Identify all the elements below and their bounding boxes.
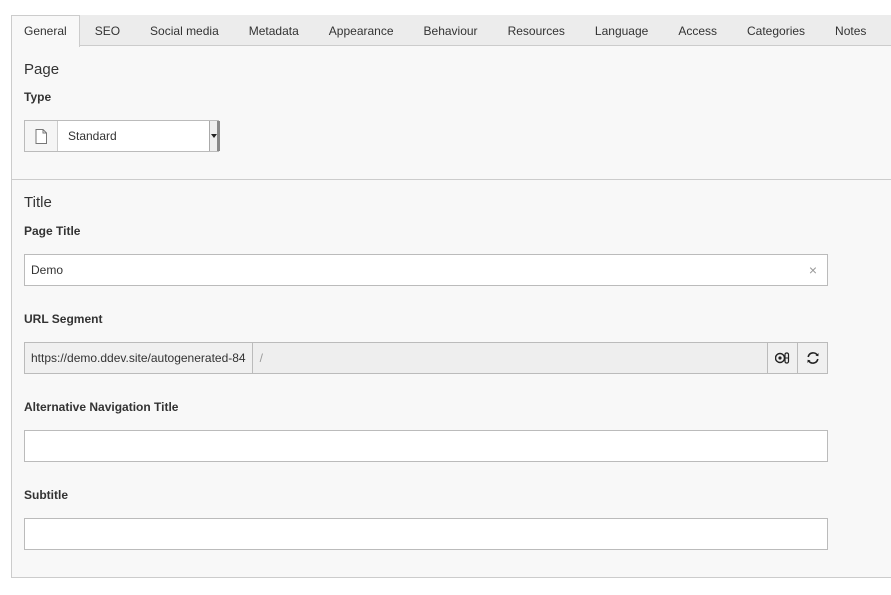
tab-categories[interactable]: Categories [732, 15, 820, 45]
page-type-value: Standard [68, 129, 117, 143]
tab-panel-general: Page Type Standard Title Page Title Demo… [11, 46, 891, 578]
page-title-value: Demo [31, 263, 64, 277]
subtitle-label: Subtitle [24, 488, 68, 502]
tab-social-media[interactable]: Social media [135, 15, 234, 45]
section-divider [12, 179, 891, 180]
tab-appearance[interactable]: Appearance [314, 15, 409, 45]
tab-metadata[interactable]: Metadata [234, 15, 314, 45]
page-title-label: Page Title [24, 224, 81, 238]
document-icon [25, 121, 58, 151]
tab-bar: General SEO Social media Metadata Appear… [11, 15, 891, 47]
alt-nav-title-input[interactable] [24, 430, 828, 462]
page-type-select[interactable]: Standard [24, 120, 219, 152]
page-section-heading: Page [24, 61, 60, 78]
tab-access[interactable]: Access [663, 15, 732, 45]
url-segment-label: URL Segment [24, 312, 103, 326]
toggle-edit-icon [774, 352, 789, 364]
tab-seo[interactable]: SEO [80, 15, 135, 45]
tab-resources[interactable]: Resources [493, 15, 580, 45]
title-section-heading: Title [24, 194, 52, 211]
recreate-url-button[interactable] [798, 342, 828, 374]
subtitle-input[interactable] [24, 518, 828, 550]
url-prefix: https://demo.ddev.site/autogenerated-84 [24, 342, 253, 374]
tab-general[interactable]: General [11, 15, 80, 47]
tab-language[interactable]: Language [580, 15, 663, 45]
url-segment-input[interactable]: / [252, 342, 768, 374]
clear-icon[interactable]: × [809, 255, 817, 285]
select-edge [217, 121, 220, 151]
page-title-input[interactable]: Demo × [24, 254, 828, 286]
tab-notes[interactable]: Notes [820, 15, 881, 45]
alt-nav-title-label: Alternative Navigation Title [24, 400, 179, 414]
tab-behaviour[interactable]: Behaviour [409, 15, 493, 45]
url-segment-field: https://demo.ddev.site/autogenerated-84 … [24, 342, 828, 374]
refresh-icon [806, 352, 819, 364]
toggle-edit-button[interactable] [768, 342, 798, 374]
type-label: Type [24, 90, 52, 104]
